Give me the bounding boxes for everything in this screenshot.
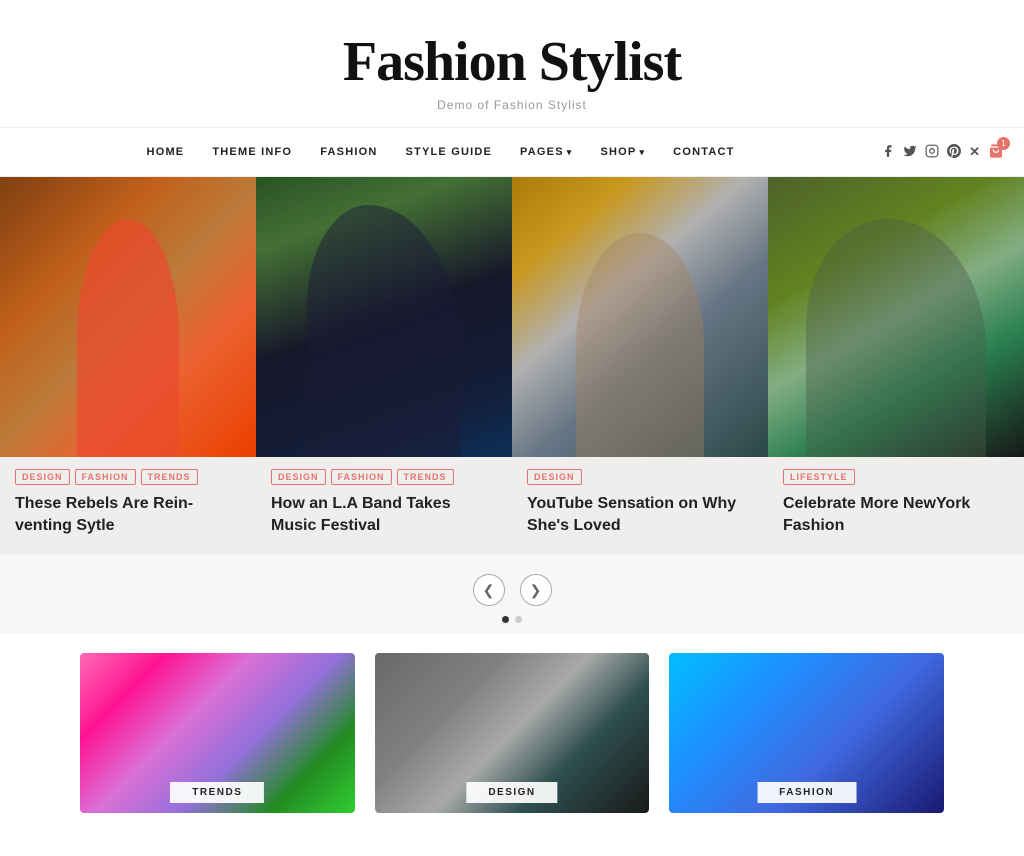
shop-chevron-icon: ▾ bbox=[639, 147, 645, 158]
tag-label[interactable]: DESIGN bbox=[271, 469, 326, 485]
card-title-2: YouTube Sensation on Why She's Loved bbox=[527, 493, 753, 536]
site-subtitle: Demo of Fashion Stylist bbox=[20, 98, 1004, 112]
nav-home[interactable]: HOME bbox=[135, 142, 197, 162]
bottom-card-1[interactable]: DESIGN bbox=[375, 653, 650, 813]
carousel-controls: ❮ ❯ bbox=[0, 554, 1024, 633]
card-tags-1: DESIGN FASHION TRENDS bbox=[271, 469, 497, 485]
pinterest-icon[interactable] bbox=[947, 144, 961, 161]
card-image-1 bbox=[256, 177, 512, 457]
tag-label[interactable]: FASHION bbox=[75, 469, 136, 485]
card-tags-3: LIFESTYLE bbox=[783, 469, 1009, 485]
tag-label[interactable]: TRENDS bbox=[141, 469, 198, 485]
tag-label[interactable]: FASHION bbox=[331, 469, 392, 485]
carousel-grid: DESIGN FASHION TRENDS These Rebels Are Rein… bbox=[0, 177, 1024, 554]
bottom-card-label-0: TRENDS bbox=[170, 782, 264, 803]
carousel-arrows: ❮ ❯ bbox=[473, 574, 552, 606]
carousel-dot-1[interactable] bbox=[502, 616, 509, 623]
carousel-card-1[interactable]: DESIGN FASHION TRENDS How an L.A Band Takes… bbox=[256, 177, 512, 554]
carousel-dot-2[interactable] bbox=[515, 616, 522, 623]
carousel-card-0[interactable]: DESIGN FASHION TRENDS These Rebels Are Rein… bbox=[0, 177, 256, 554]
bottom-card-label-2: FASHION bbox=[757, 782, 856, 803]
card-image-0 bbox=[0, 177, 256, 457]
carousel-next-button[interactable]: ❯ bbox=[520, 574, 552, 606]
carousel-dots bbox=[502, 616, 522, 623]
card-title-0: These Rebels Are Rein-venting Sytle bbox=[15, 493, 241, 536]
nav-links: HOME THEME INFO FASHION STYLE GUIDE PAGE… bbox=[20, 142, 861, 162]
carousel-prev-button[interactable]: ❮ bbox=[473, 574, 505, 606]
card-image-3 bbox=[768, 177, 1024, 457]
card-tags-0: DESIGN FASHION TRENDS bbox=[15, 469, 241, 485]
bottom-grid: TRENDS DESIGN FASHION bbox=[80, 653, 944, 813]
carousel-card-3[interactable]: LIFESTYLE Celebrate More NewYork Fashion bbox=[768, 177, 1024, 554]
card-title-3: Celebrate More NewYork Fashion bbox=[783, 493, 1009, 536]
x-icon[interactable]: ✕ bbox=[969, 144, 980, 160]
carousel-card-2[interactable]: DESIGN YouTube Sensation on Why She's Lov… bbox=[512, 177, 768, 554]
card-title-1: How an L.A Band Takes Music Festival bbox=[271, 493, 497, 536]
social-icons: ✕ 1 bbox=[881, 143, 1004, 162]
card-tags-2: DESIGN bbox=[527, 469, 753, 485]
nav-pages[interactable]: PAGES ▾ bbox=[508, 142, 584, 162]
bottom-card-2[interactable]: FASHION bbox=[669, 653, 944, 813]
carousel-section: DESIGN FASHION TRENDS These Rebels Are Rein… bbox=[0, 177, 1024, 633]
site-header: Fashion Stylist Demo of Fashion Stylist bbox=[0, 0, 1024, 128]
card-image-2 bbox=[512, 177, 768, 457]
bottom-grid-section: TRENDS DESIGN FASHION bbox=[0, 633, 1024, 853]
tag-label[interactable]: DESIGN bbox=[527, 469, 582, 485]
bottom-card-label-1: DESIGN bbox=[466, 782, 557, 803]
facebook-icon[interactable] bbox=[881, 144, 895, 161]
nav-contact[interactable]: CONTACT bbox=[661, 142, 746, 162]
nav-shop[interactable]: SHOP ▾ bbox=[588, 142, 657, 162]
nav-style-guide[interactable]: STYLE GUIDE bbox=[394, 142, 505, 162]
instagram-icon[interactable] bbox=[925, 144, 939, 161]
tag-label[interactable]: TRENDS bbox=[397, 469, 454, 485]
site-title: Fashion Stylist bbox=[20, 30, 1004, 94]
tag-label[interactable]: DESIGN bbox=[15, 469, 70, 485]
bottom-card-0[interactable]: TRENDS bbox=[80, 653, 355, 813]
twitter-icon[interactable] bbox=[903, 144, 917, 161]
nav-theme-info[interactable]: THEME INFO bbox=[200, 142, 304, 162]
tag-label[interactable]: LIFESTYLE bbox=[783, 469, 855, 485]
nav-fashion[interactable]: FASHION bbox=[308, 142, 389, 162]
pages-chevron-icon: ▾ bbox=[567, 147, 573, 158]
navigation: HOME THEME INFO FASHION STYLE GUIDE PAGE… bbox=[0, 128, 1024, 177]
cart-count-badge: 1 bbox=[997, 137, 1010, 150]
cart-icon[interactable]: 1 bbox=[988, 143, 1004, 162]
